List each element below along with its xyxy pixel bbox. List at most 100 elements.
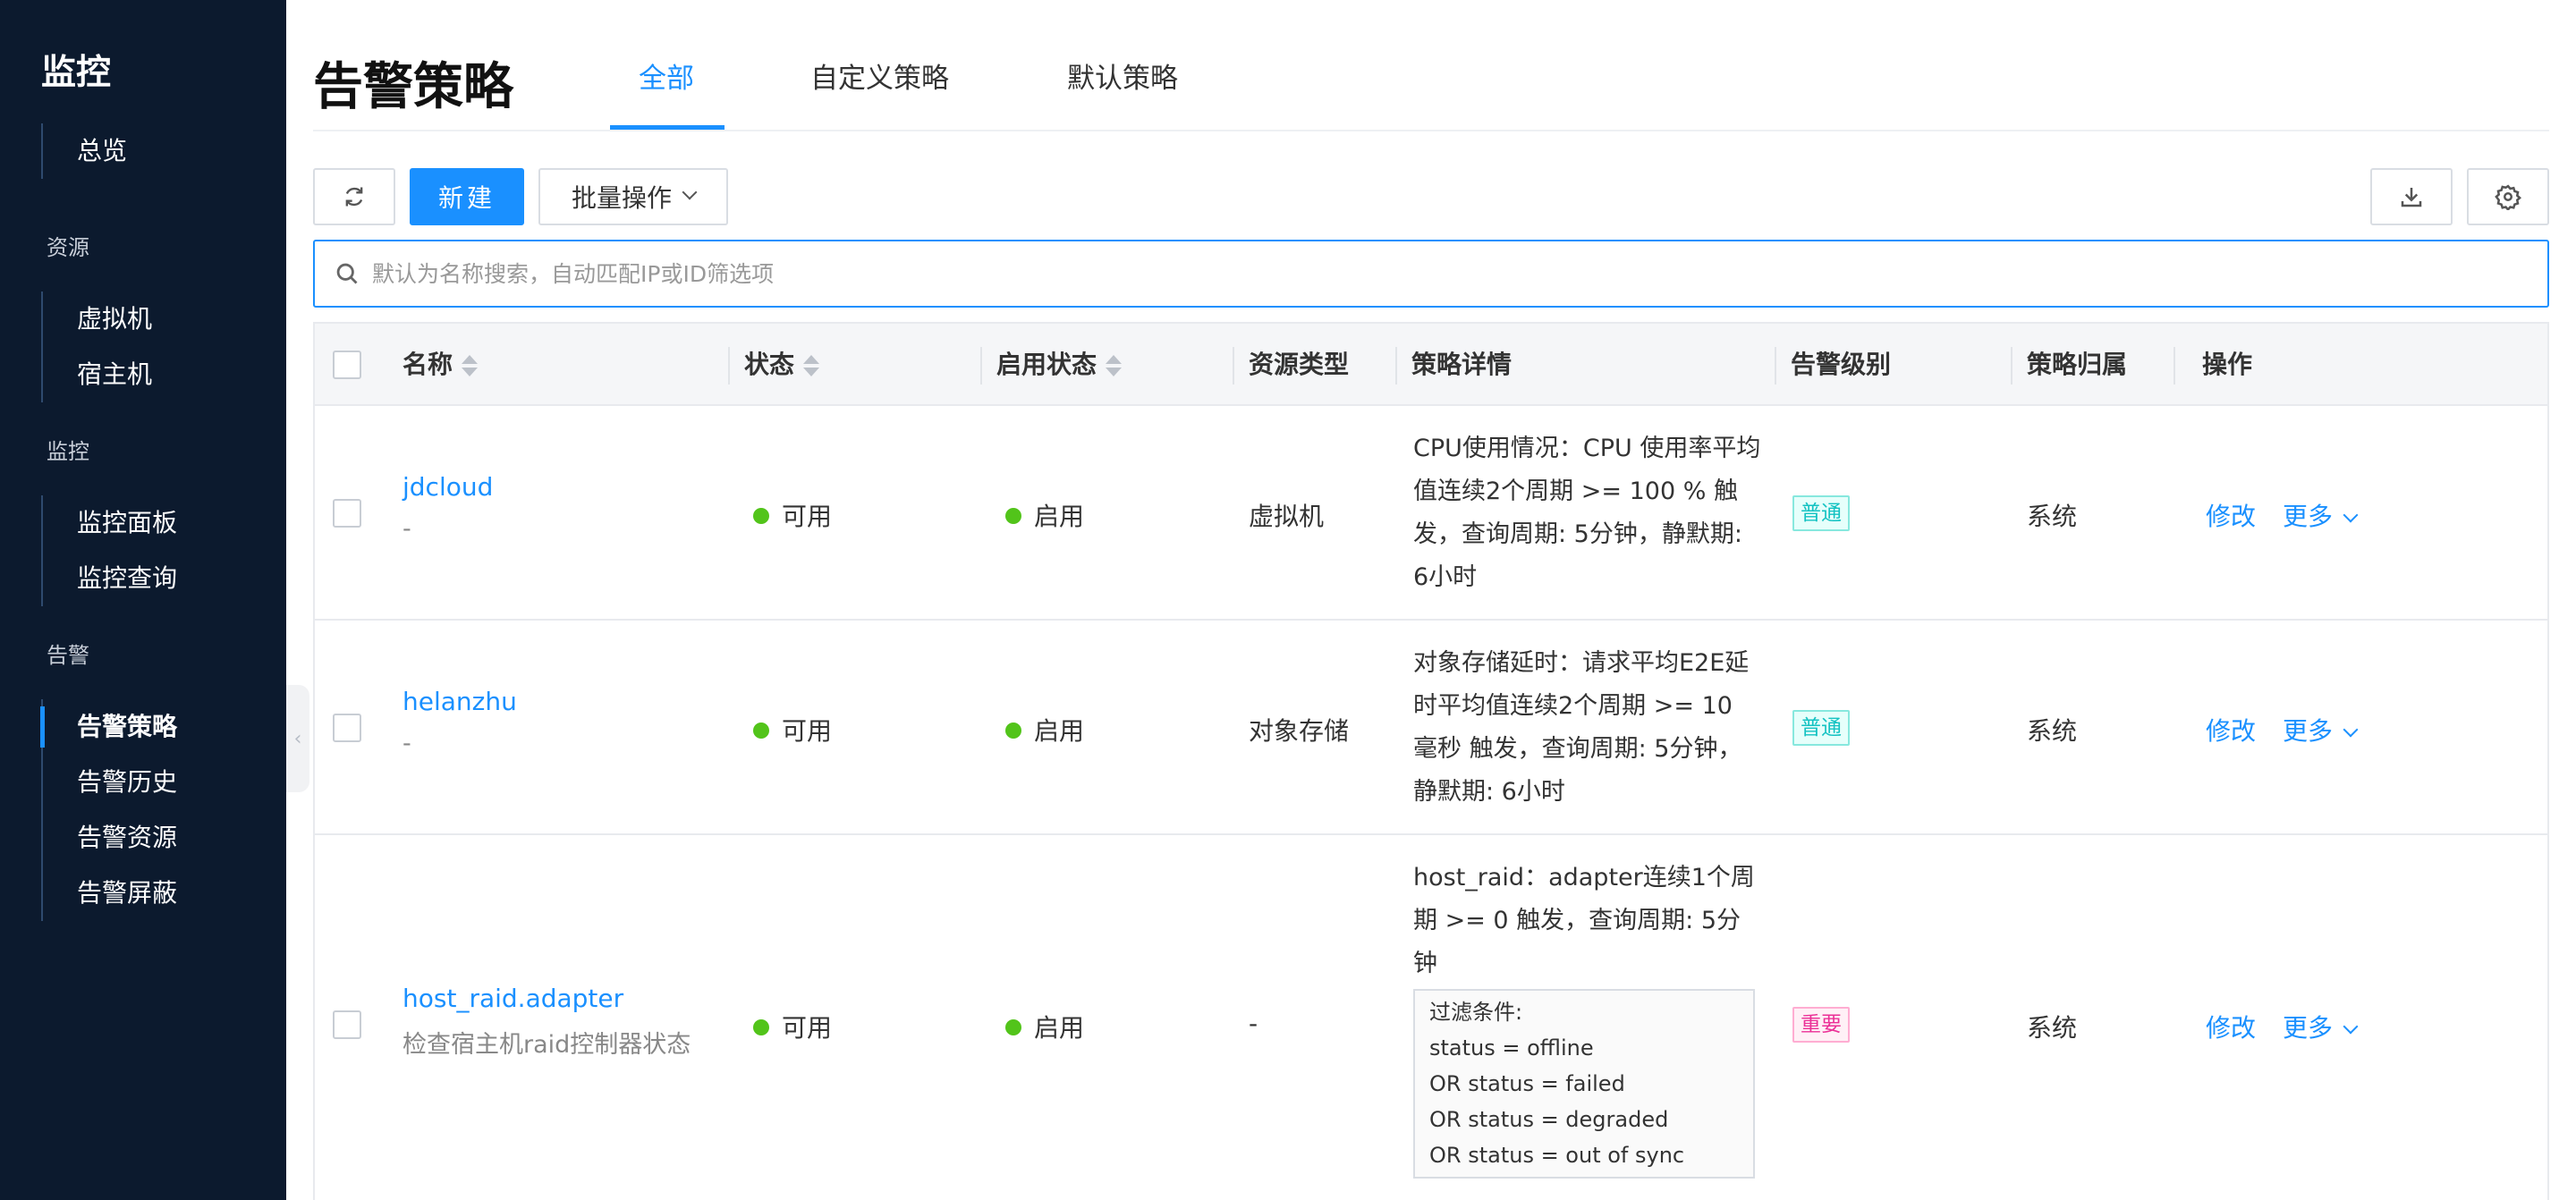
chevron-left-icon: ‹ (293, 727, 302, 750)
status-dot (753, 508, 769, 524)
download-icon (2401, 188, 2422, 207)
column-header-detail: 策略详情 (1411, 350, 1513, 379)
level-badge: 普通 (1792, 495, 1850, 531)
sidebar-group-monitor: 监控 (47, 439, 89, 464)
refresh-button[interactable] (313, 168, 395, 225)
new-button[interactable]: 新建 (410, 168, 524, 225)
search-box (313, 240, 2549, 308)
sidebar-item-alarm-mask[interactable]: 告警屏蔽 (43, 866, 177, 921)
policy-name-link[interactable]: host_raid.adapter (402, 984, 623, 1013)
table-row: jdcloud - 可用 启用 虚拟机 CPU使用情况：CPU 使用率平均值连续… (315, 406, 2547, 621)
sidebar-alarm-list: 告警策略 告警历史 告警资源 告警屏蔽 (39, 699, 177, 921)
sidebar-collapse-toggle[interactable]: ‹ (286, 685, 309, 792)
column-divider (980, 347, 982, 385)
sidebar-item-overview[interactable]: 总览 (43, 123, 127, 179)
more-dropdown[interactable]: 更多 (2283, 497, 2359, 533)
sort-icon (462, 353, 479, 378)
status-dot (1005, 508, 1021, 524)
column-header-name[interactable]: 名称 (402, 324, 479, 406)
sidebar-item-alarm-history[interactable]: 告警历史 (43, 755, 177, 810)
status-dot (753, 723, 769, 739)
column-divider (2174, 347, 2175, 385)
resource-type-cell: - (1249, 1009, 1258, 1038)
column-header-status[interactable]: 状态 (744, 324, 820, 406)
page-title: 告警策略 (313, 58, 513, 116)
sidebar-item-alarm-resource[interactable]: 告警资源 (43, 810, 177, 866)
policy-description: - (402, 515, 411, 543)
level-badge: 普通 (1792, 710, 1850, 746)
column-header-level: 告警级别 (1791, 350, 1892, 379)
filter-condition: OR status = degraded (1429, 1107, 1669, 1132)
tab-custom-policy[interactable]: 自定义策略 (810, 55, 949, 96)
column-divider (1233, 347, 1234, 385)
owner-cell: 系统 (2027, 1013, 2078, 1043)
resource-type-cell: 对象存储 (1249, 716, 1350, 746)
gear-icon (2495, 184, 2521, 210)
policy-detail: 对象存储延时：请求平均E2E延时平均值连续2个周期 >= 10 毫秒 触发，查询… (1413, 649, 1750, 806)
edit-link[interactable]: 修改 (2206, 712, 2256, 748)
chevron-down-icon (2343, 722, 2359, 738)
sort-icon (803, 353, 820, 378)
status-cell: 可用 (753, 497, 832, 533)
more-dropdown[interactable]: 更多 (2283, 1009, 2359, 1044)
header-divider (313, 130, 2549, 131)
table-row: helanzhu - 可用 启用 对象存储 对象存储延时：请求平均E2E延时平均… (315, 621, 2547, 835)
policy-description: 检查宿主机raid控制器状态 (402, 1031, 691, 1059)
filter-title: 过滤条件: (1429, 1000, 1523, 1025)
refresh-icon (345, 187, 363, 207)
owner-cell: 系统 (2027, 716, 2078, 746)
sidebar-item-vm[interactable]: 虚拟机 (43, 292, 152, 347)
tab-all[interactable]: 全部 (639, 55, 694, 96)
enabled-cell: 启用 (1005, 712, 1084, 748)
enabled-cell: 启用 (1005, 497, 1084, 533)
download-button[interactable] (2370, 168, 2453, 225)
sidebar-title: 监控 (41, 53, 112, 93)
policy-detail: CPU使用情况：CPU 使用率平均值连续2个周期 >= 100 % 触发，查询周… (1413, 435, 1761, 591)
more-dropdown[interactable]: 更多 (2283, 712, 2359, 748)
row-checkbox[interactable] (333, 714, 361, 742)
search-icon (336, 263, 358, 284)
sidebar-group-resource: 资源 (47, 235, 89, 260)
filter-conditions-box: 过滤条件: status = offline OR status = faile… (1413, 989, 1755, 1179)
filter-condition: OR status = out of sync (1429, 1143, 1685, 1168)
sidebar-item-host[interactable]: 宿主机 (43, 347, 152, 402)
status-cell: 可用 (753, 712, 832, 748)
batch-operation-button[interactable]: 批量操作 (538, 168, 728, 225)
resource-type-cell: 虚拟机 (1249, 502, 1325, 531)
sidebar-resource-list: 虚拟机 宿主机 (41, 292, 152, 402)
column-divider (728, 347, 730, 385)
sidebar-monitor-list: 监控面板 监控查询 (41, 495, 177, 606)
column-divider (2011, 347, 2012, 385)
owner-cell: 系统 (2027, 502, 2078, 531)
column-header-actions: 操作 (2202, 350, 2253, 379)
tab-default-policy[interactable]: 默认策略 (1067, 55, 1178, 96)
sidebar-group-alarm: 告警 (47, 643, 89, 668)
policy-name-link[interactable]: jdcloud (402, 472, 493, 502)
policy-detail: host_raid：adapter连续1个周期 >= 0 触发，查询周期: 5分… (1413, 864, 1755, 977)
edit-link[interactable]: 修改 (2206, 1009, 2256, 1044)
sidebar-item-query[interactable]: 监控查询 (43, 551, 177, 606)
chevron-down-icon (682, 184, 698, 200)
column-header-enabled[interactable]: 启用状态 (996, 324, 1123, 406)
policy-description: - (402, 730, 411, 757)
row-checkbox[interactable] (333, 1010, 361, 1039)
chevron-down-icon (2343, 507, 2359, 523)
sidebar-item-alarm-policy[interactable]: 告警策略 (39, 699, 177, 755)
sidebar: 监控 总览 资源 虚拟机 宿主机 监控 监控面板 监控查询 告警 告警策略 告警… (0, 0, 286, 1200)
sidebar-item-dashboard[interactable]: 监控面板 (43, 495, 177, 551)
sidebar-overview-list: 总览 (41, 123, 127, 179)
chevron-down-icon (2343, 1018, 2359, 1035)
edit-link[interactable]: 修改 (2206, 497, 2256, 533)
filter-condition: OR status = failed (1429, 1071, 1625, 1096)
column-divider (1775, 347, 1776, 385)
search-input[interactable] (372, 260, 2519, 287)
policy-name-link[interactable]: helanzhu (402, 687, 517, 716)
sort-icon (1106, 353, 1123, 378)
row-checkbox[interactable] (333, 499, 361, 528)
batch-operation-label: 批量操作 (571, 183, 672, 213)
settings-button[interactable] (2467, 168, 2549, 225)
status-dot (1005, 1019, 1021, 1035)
status-dot (1005, 723, 1021, 739)
select-all-checkbox[interactable] (333, 351, 361, 379)
table-header: 名称 状态 启用状态 资源类型 策略详情 告警级别 策略归属 操作 (315, 324, 2547, 406)
